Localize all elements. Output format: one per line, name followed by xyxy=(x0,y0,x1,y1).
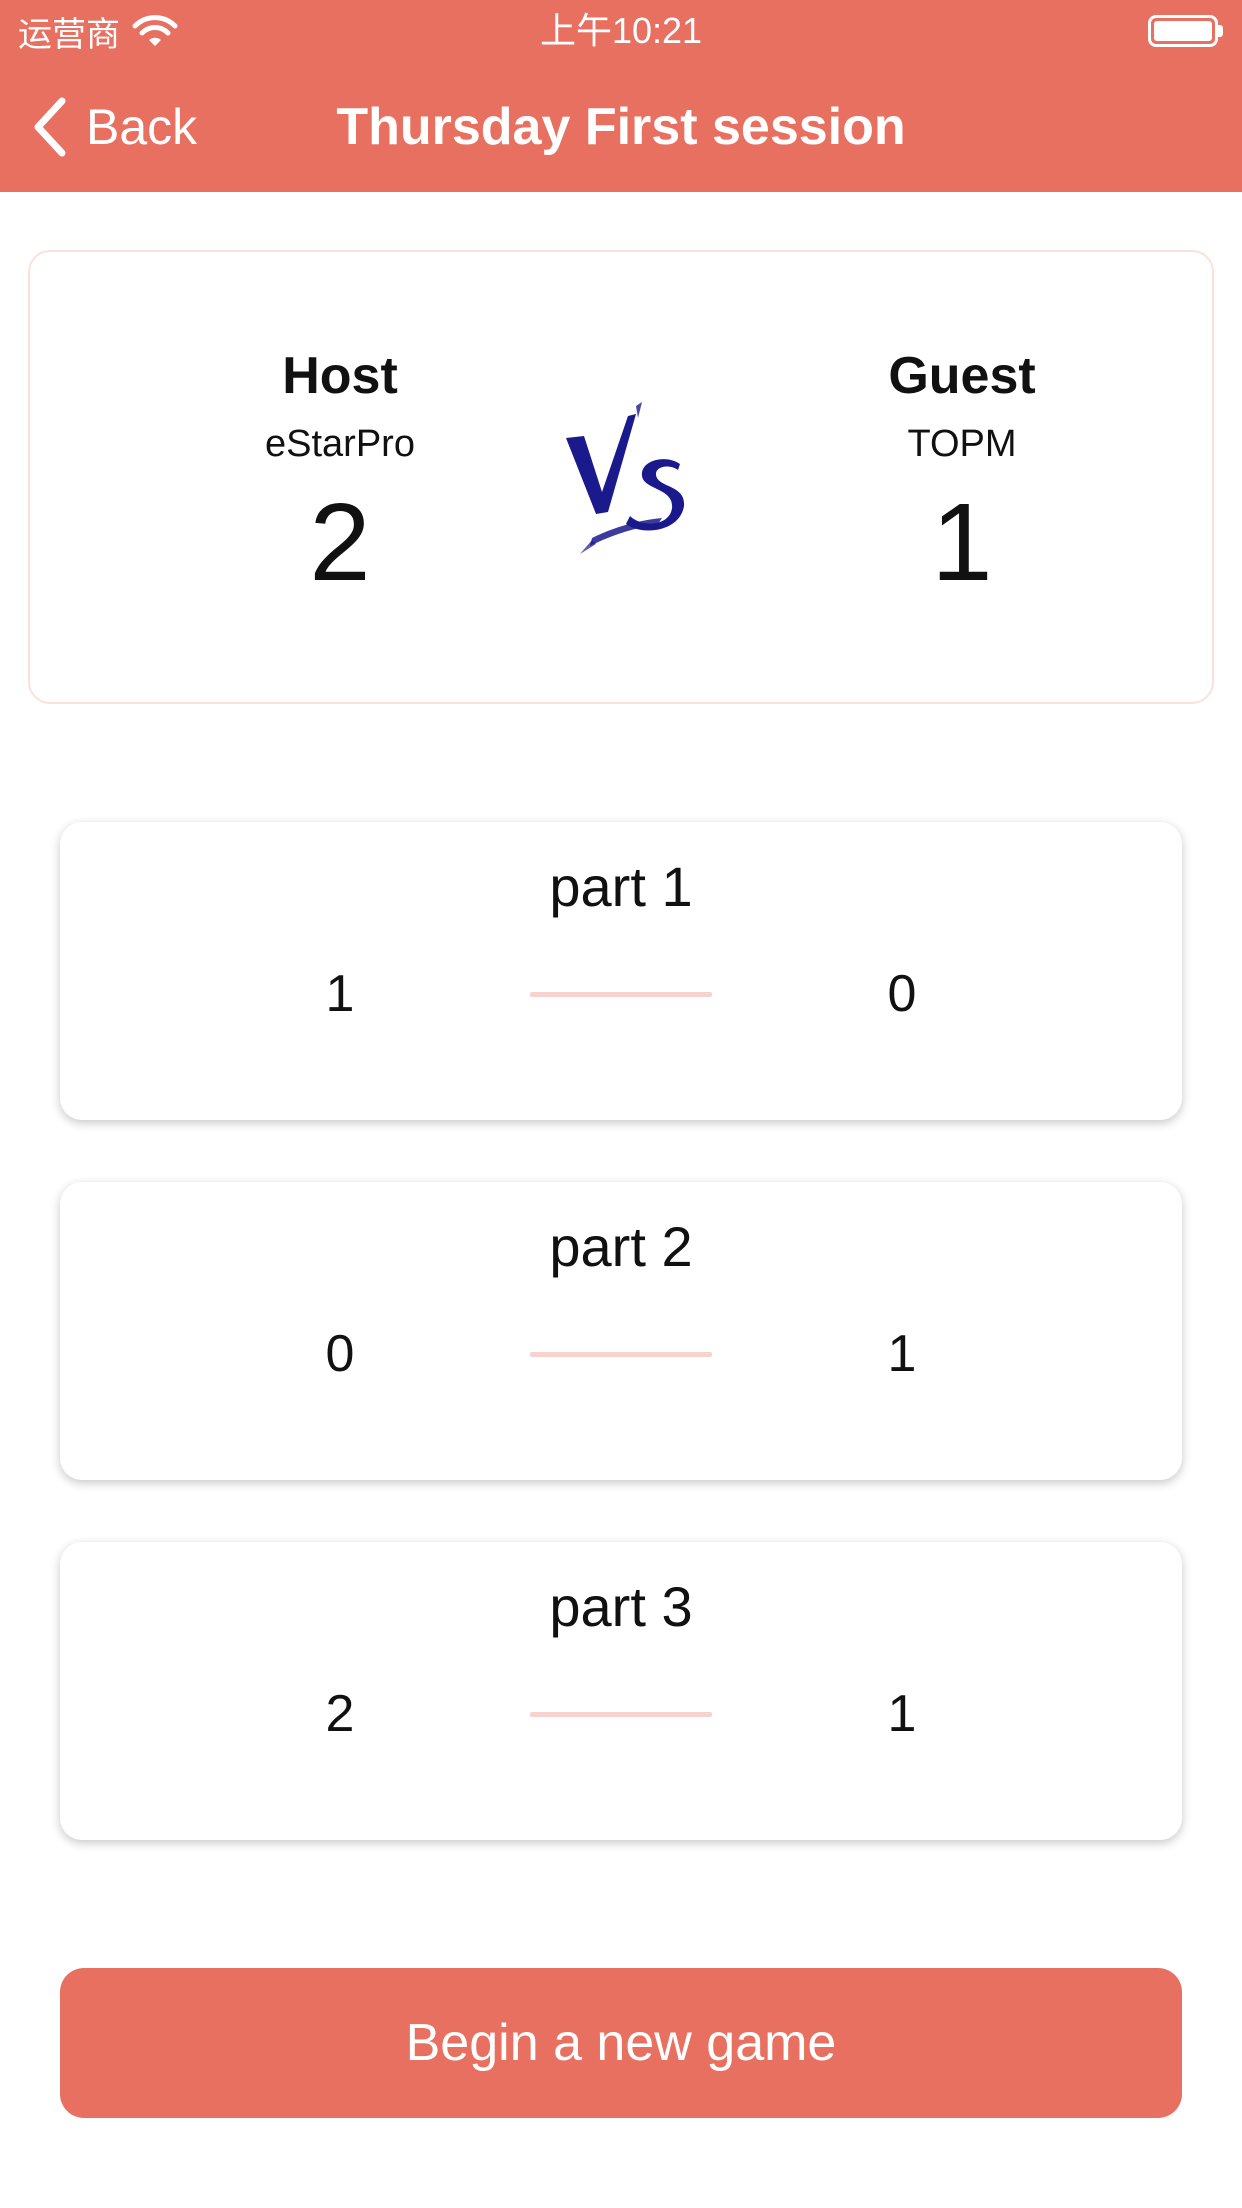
host-team-name: eStarPro xyxy=(265,423,415,465)
guest-team: Guest TOPM 1 xyxy=(792,342,1132,608)
score-divider xyxy=(530,1712,712,1717)
vs-logo-icon xyxy=(566,402,685,554)
part-guest-score: 1 xyxy=(887,1325,917,1383)
battery-tip xyxy=(1218,25,1223,37)
host-role-label: Host xyxy=(282,347,398,405)
match-summary-card: Host eStarPro 2 Guest TOPM 1 xyxy=(28,250,1214,704)
battery-body xyxy=(1148,15,1218,47)
status-bar: 运营商 上午10:21 xyxy=(0,0,1242,62)
part-title: part 1 xyxy=(549,855,693,918)
part-guest-score: 0 xyxy=(887,965,917,1023)
page-title: Thursday First session xyxy=(0,92,1242,162)
battery-level xyxy=(1154,21,1212,41)
guest-team-name: TOPM xyxy=(907,423,1017,465)
score-divider xyxy=(530,1352,712,1357)
host-total-score: 2 xyxy=(309,481,371,604)
part-card-3[interactable]: part 3 2 1 xyxy=(60,1542,1182,1840)
host-team: Host eStarPro 2 xyxy=(170,342,510,608)
begin-new-game-button[interactable]: Begin a new game xyxy=(60,1968,1182,2118)
part-title: part 2 xyxy=(549,1215,693,1278)
guest-role-label: Guest xyxy=(888,347,1036,405)
page-title-text: Thursday First session xyxy=(336,98,906,156)
part-title: part 3 xyxy=(549,1575,693,1638)
status-time: 上午10:21 xyxy=(539,10,703,51)
part-host-score: 2 xyxy=(325,1685,355,1743)
guest-total-score: 1 xyxy=(931,481,993,604)
part-host-score: 0 xyxy=(325,1325,355,1383)
part-host-score: 1 xyxy=(325,965,355,1023)
part-card-1[interactable]: part 1 1 0 xyxy=(60,822,1182,1120)
part-guest-score: 1 xyxy=(887,1685,917,1743)
navigation-bar: Back Thursday First session xyxy=(0,62,1242,192)
battery-icon xyxy=(1148,14,1226,48)
score-divider xyxy=(530,992,712,997)
part-card-2[interactable]: part 2 0 1 xyxy=(60,1182,1182,1480)
